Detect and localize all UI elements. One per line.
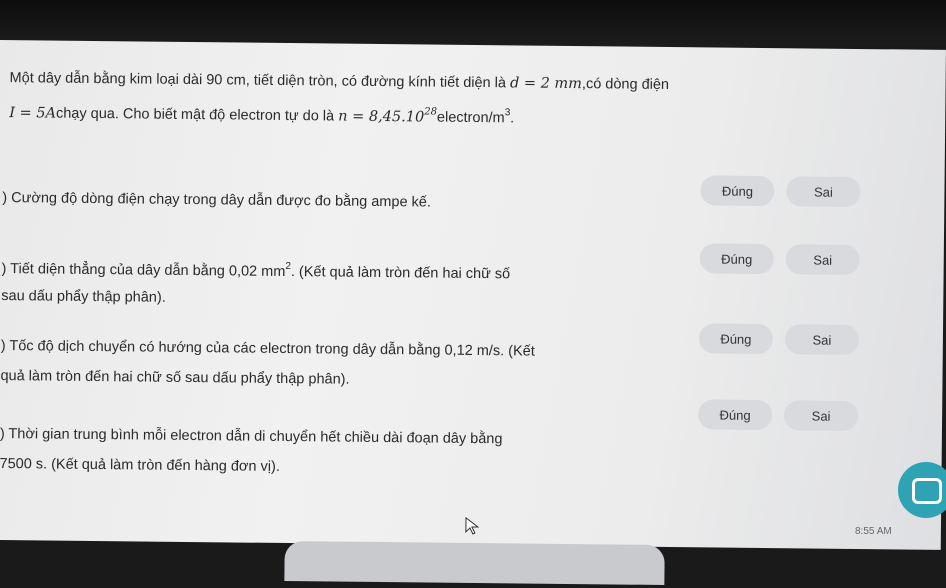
statement-b-line-1: ) Tiết diện thẳng của dây dẫn bằng 0,02 … — [2, 258, 511, 282]
statement-b-text: ) Tiết diện thẳng của dây dẫn bằng 0,02 … — [1, 261, 286, 281]
question-text-2: chạy qua. Cho biết mật độ electron tự do… — [55, 105, 339, 125]
statement-b-line-2: sau dấu phẩy thập phân). — [1, 288, 166, 306]
statement-b-false-button[interactable]: Sai — [785, 244, 860, 276]
diameter-math: d = 2 mm — [509, 75, 583, 93]
density-math: n = 8,45.10 — [338, 108, 425, 126]
statement-a-false-button[interactable]: Sai — [786, 176, 861, 208]
question-tail-1: ,có dòng điện — [581, 76, 670, 94]
statement-d-line-1: ) Thời gian trung bình mỗi electron dẫn … — [0, 426, 503, 448]
chat-fab-button[interactable] — [898, 462, 946, 518]
question-text-1: Một dây dẫn bằng kim loại dài 90 cm, tiế… — [9, 70, 511, 92]
statement-c-line-1: ) Tốc độ dịch chuyển có hướng của các el… — [0, 338, 535, 360]
device-bezel — [0, 0, 946, 46]
scroll-bar[interactable] — [284, 541, 665, 585]
density-unit: electron/m — [436, 109, 505, 127]
question-end: . — [510, 110, 515, 127]
quiz-screen: Một dây dẫn bằng kim loại dài 90 cm, tiế… — [0, 40, 946, 585]
question-line-1: Một dây dẫn bằng kim loại dài 90 cm, tiế… — [10, 70, 670, 93]
chat-bubble-icon — [912, 478, 942, 504]
current-math: I = 5A — [9, 105, 57, 122]
question-line-2: I = 5Achạy qua. Cho biết mật độ electron… — [9, 102, 514, 126]
statement-c-line-2: quả làm tròn đến hai chữ số sau dấu phẩy… — [0, 368, 350, 388]
statement-b-tail: . (Kết quả làm tròn đến hai chữ số — [290, 264, 511, 283]
mouse-cursor-icon — [465, 516, 480, 535]
statement-d-false-button[interactable]: Sai — [783, 400, 859, 432]
statement-c-true-button[interactable]: Đúng — [698, 323, 774, 355]
statement-d-line-2: 7500 s. (Kết quả làm tròn đến hàng đơn v… — [0, 456, 280, 475]
clock-time: 8:55 AM — [855, 526, 892, 537]
statement-d-true-button[interactable]: Đúng — [697, 399, 773, 431]
statement-a: ) Cường độ dòng điện chạy trong dây dẫn … — [2, 190, 431, 211]
statement-c-false-button[interactable]: Sai — [784, 324, 860, 356]
density-exponent: 28 — [424, 106, 438, 118]
statement-b-true-button[interactable]: Đúng — [699, 243, 774, 275]
statement-a-true-button[interactable]: Đúng — [700, 175, 775, 207]
